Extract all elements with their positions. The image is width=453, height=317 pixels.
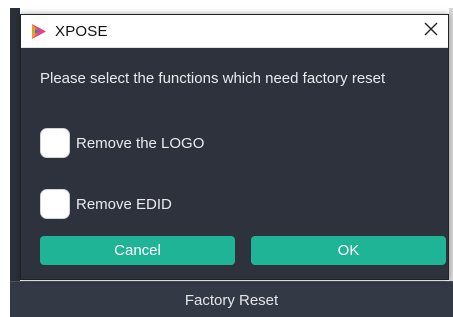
remove-logo-checkbox[interactable] bbox=[40, 128, 70, 158]
ok-button[interactable]: OK bbox=[251, 236, 446, 265]
remove-logo-label: Remove the LOGO bbox=[76, 134, 205, 152]
factory-reset-label: Factory Reset bbox=[184, 292, 279, 309]
reset-prompt: Please select the functions which need f… bbox=[40, 70, 386, 87]
background-panel bbox=[10, 8, 20, 308]
dialog-titlebar[interactable]: XPOSE bbox=[21, 15, 448, 48]
dialog-title: XPOSE bbox=[55, 23, 108, 40]
factory-reset-bar[interactable]: Factory Reset bbox=[10, 281, 453, 317]
cancel-button[interactable]: Cancel bbox=[40, 236, 235, 265]
close-icon bbox=[424, 22, 438, 41]
close-button[interactable] bbox=[414, 15, 448, 48]
remove-edid-option[interactable]: Remove EDID bbox=[40, 189, 172, 219]
remove-edid-label: Remove EDID bbox=[76, 195, 172, 213]
xpose-logo-icon bbox=[30, 23, 47, 40]
dialog-content: Please select the functions which need f… bbox=[21, 48, 448, 281]
remove-logo-option[interactable]: Remove the LOGO bbox=[40, 128, 204, 158]
factory-reset-dialog: XPOSE Please select the functions which … bbox=[20, 14, 449, 280]
background-scroll-edge bbox=[449, 8, 453, 283]
remove-edid-checkbox[interactable] bbox=[40, 189, 70, 219]
